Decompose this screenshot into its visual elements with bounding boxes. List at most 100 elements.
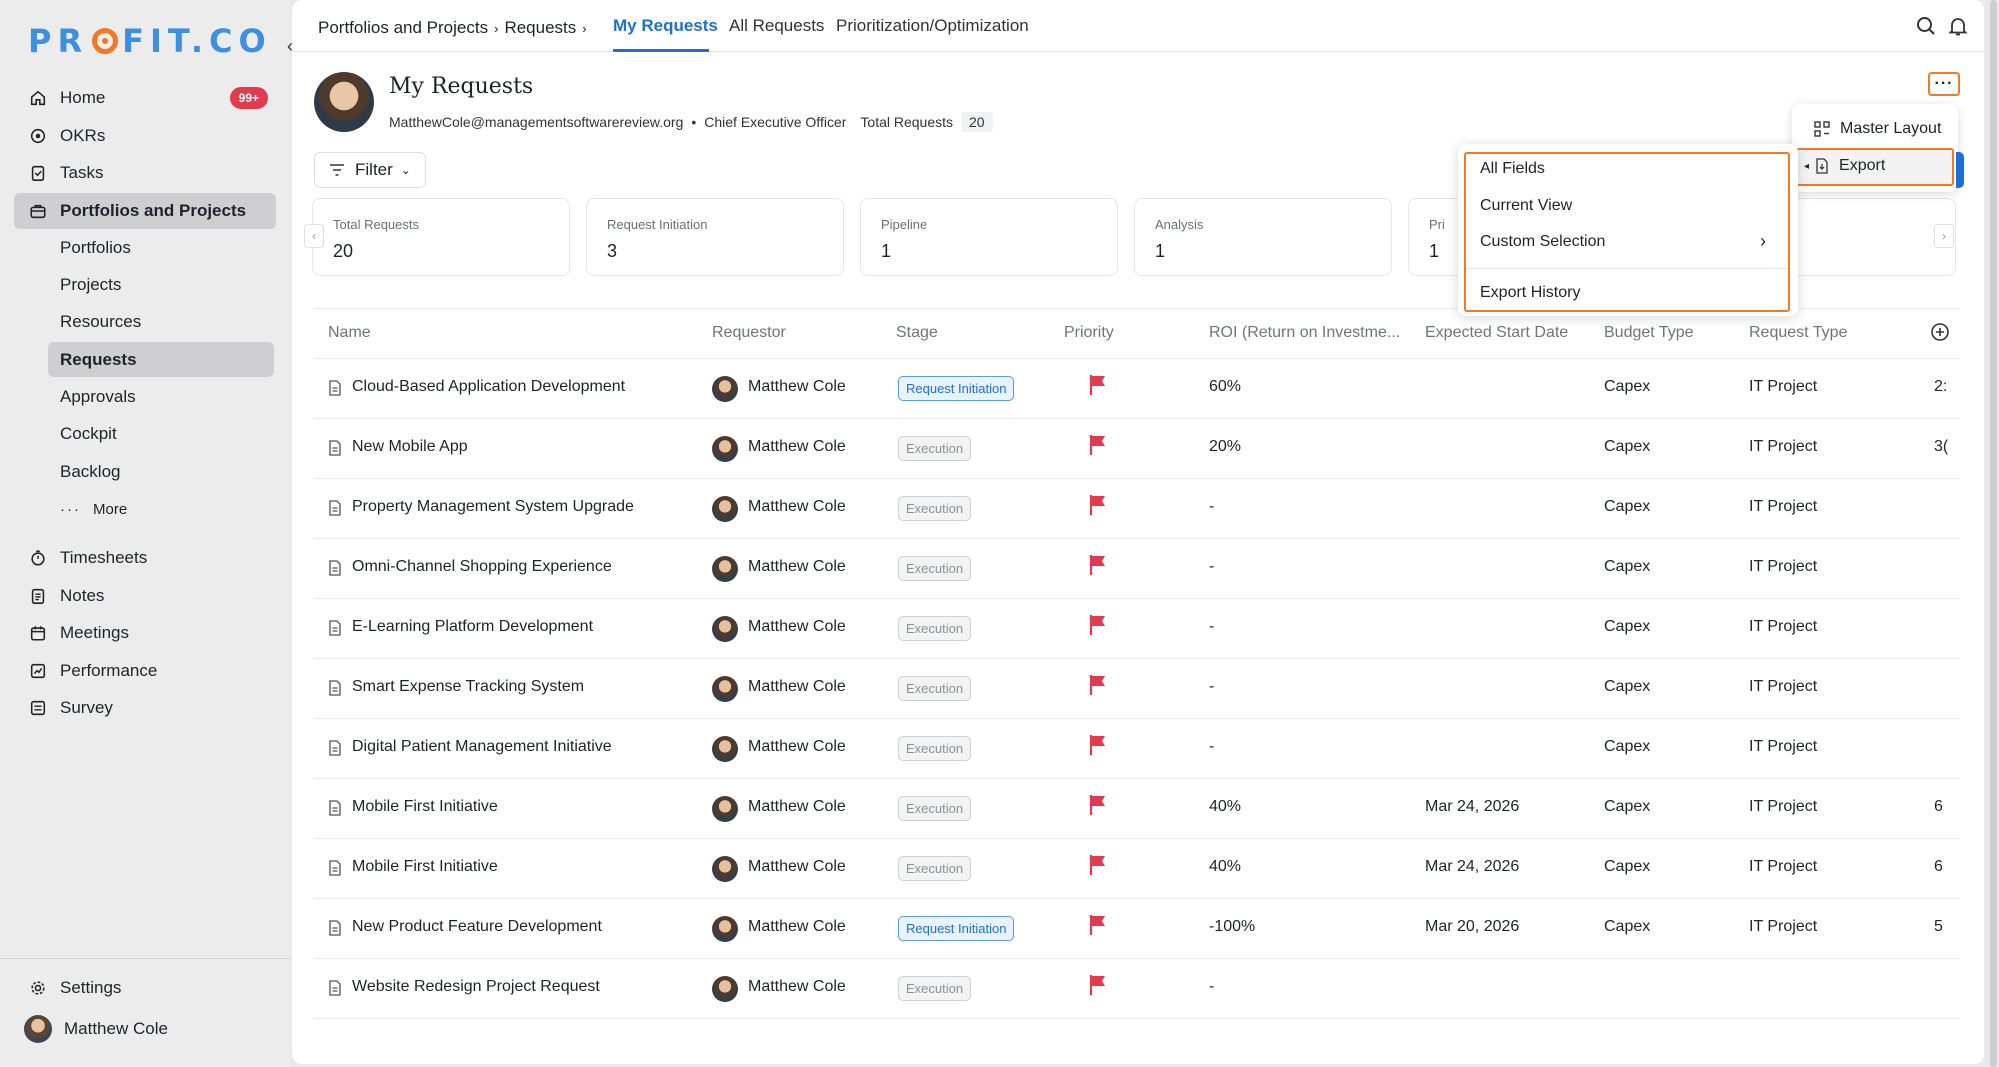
roi-value: 60% [1209,378,1242,395]
request-name-link[interactable]: Cloud-Based Application Development [352,378,625,396]
user-profile[interactable]: Matthew Cole [24,1015,168,1043]
table-row[interactable]: Cloud-Based Application Development Matth… [314,359,1960,419]
tab-my-requests[interactable]: My Requests [613,16,718,36]
sidebar-subitem-projects[interactable]: Projects [48,267,274,302]
column-header-roi[interactable]: ROI (Return on Investme... [1209,324,1400,342]
menu-item-all-fields[interactable]: All Fields [1480,160,1545,178]
table-body: Cloud-Based Application Development Matth… [314,359,1960,1019]
sidebar-item-label: Settings [60,978,122,997]
column-header-requestor[interactable]: Requestor [712,324,786,342]
avatar [712,436,738,462]
request-name-link[interactable]: New Mobile App [352,438,468,456]
sidebar-item-timesheets[interactable]: Timesheets [14,540,276,576]
column-header-priority[interactable]: Priority [1064,324,1114,342]
add-column-icon[interactable] [1930,322,1950,347]
column-header-expected-start-date[interactable]: Expected Start Date [1425,324,1568,342]
profile-avatar [314,72,374,132]
request-name-link[interactable]: Smart Expense Tracking System [352,678,584,696]
summary-card[interactable]: Total Requests 20 [312,198,570,276]
chevron-right-icon[interactable]: › [1934,224,1954,248]
document-icon [328,680,342,701]
breadcrumb-requests[interactable]: Requests [504,18,576,38]
avatar [712,976,738,1002]
sidebar-item-label: Notes [60,585,105,605]
table-row[interactable]: Mobile First Initiative Matthew Cole Execu… [314,779,1960,839]
menu-item-master-layout[interactable]: Master Layout [1814,120,1941,138]
table-row[interactable]: Property Management System Upgrade Matthe… [314,479,1960,539]
chevron-left-icon[interactable]: ‹ [304,224,324,248]
sidebar-subitem-more[interactable]: ··· More [48,492,274,527]
request-name-link[interactable]: Mobile First Initiative [352,798,498,816]
tab-all-requests[interactable]: All Requests [729,16,824,36]
request-name-link[interactable]: Website Redesign Project Request [352,978,600,996]
sidebar-subitem-cockpit[interactable]: Cockpit [48,417,274,452]
expected-start-date: Mar 24, 2026 [1425,798,1520,815]
roi-value: - [1209,678,1215,695]
truncated-column-value: 2: [1934,378,1948,395]
menu-item-custom-selection[interactable]: Custom Selection [1480,233,1605,251]
sidebar-item-okrs[interactable]: OKRs [14,118,276,154]
request-name-link[interactable]: Omni-Channel Shopping Experience [352,558,612,576]
column-header-name[interactable]: Name [328,324,371,342]
sidebar-item-label: Portfolios [60,237,131,257]
table-row[interactable]: Mobile First Initiative Matthew Cole Execu… [314,839,1960,899]
sidebar-item-home[interactable]: Home 99+ [14,80,276,116]
profit-co-logo[interactable]: PR FIT.CO [28,22,272,60]
more-options-button[interactable]: ··· [1928,72,1960,96]
profile-email: MatthewCole@managementsoftwarereview.org [389,114,684,130]
table-row[interactable]: Omni-Channel Shopping Experience Matthew … [314,539,1960,599]
primary-button-edge[interactable] [1956,152,1964,188]
bell-icon[interactable] [1946,14,1970,38]
table-row[interactable]: E-Learning Platform Development Matthew C… [314,599,1960,659]
document-icon [328,980,342,1001]
sidebar-subitem-resources[interactable]: Resources [48,305,274,340]
page-scrollbar[interactable] [1990,0,1997,1067]
request-name-link[interactable]: E-Learning Platform Development [352,618,593,636]
table-row[interactable]: Digital Patient Management Initiative Mat… [314,719,1960,779]
sidebar-item-meetings[interactable]: Meetings [14,615,276,651]
sidebar-subitem-approvals[interactable]: Approvals [48,380,274,415]
menu-item-label: Export [1839,157,1886,174]
request-name-link[interactable]: Property Management System Upgrade [352,498,634,516]
sidebar-subitem-backlog[interactable]: Backlog [48,454,274,489]
expected-start-date: Mar 24, 2026 [1425,858,1520,875]
sidebar-item-survey[interactable]: Survey [14,690,276,726]
search-icon[interactable] [1914,14,1938,38]
filter-lines-icon [330,164,344,176]
tab-prioritization-optimization[interactable]: Prioritization/Optimization [836,16,1029,36]
column-header-budget-type[interactable]: Budget Type [1604,324,1694,342]
sidebar-item-tasks[interactable]: Tasks [14,155,276,191]
summary-card[interactable]: Analysis 1 [1134,198,1392,276]
menu-item-export[interactable]: ◂ Export [1804,157,1885,175]
sidebar-subitem-requests[interactable]: Requests [48,342,274,378]
table-row[interactable]: New Product Feature Development Matthew C… [314,899,1960,959]
sidebar-item-performance[interactable]: Performance [14,653,276,689]
budget-type: Capex [1604,438,1651,455]
column-header-request-type[interactable]: Request Type [1749,324,1847,342]
sidebar-item-settings[interactable]: Settings [14,970,276,1006]
table-row[interactable]: Website Redesign Project Request Matthew … [314,959,1960,1019]
sidebar-item-portfolios-and-projects[interactable]: Portfolios and Projects [14,192,276,229]
breadcrumb-portfolios-and-projects[interactable]: Portfolios and Projects [318,18,488,38]
column-header-stage[interactable]: Stage [896,324,938,342]
filter-button[interactable]: Filter ⌄ [314,152,426,188]
request-name-link[interactable]: Mobile First Initiative [352,858,498,876]
request-name-link[interactable]: Digital Patient Management Initiative [352,738,612,756]
request-type: IT Project [1749,738,1818,755]
summary-card[interactable]: Request Initiation 3 [586,198,844,276]
sidebar-item-label: Survey [60,698,113,717]
summary-card[interactable]: Pipeline 1 [860,198,1118,276]
sidebar-item-label: OKRs [60,125,106,145]
menu-item-current-view[interactable]: Current View [1480,197,1572,215]
table-row[interactable]: Smart Expense Tracking System Matthew Col… [314,659,1960,719]
request-name-link[interactable]: New Product Feature Development [352,918,602,936]
top-bar: Portfolios and Projects › Requests › My … [292,0,1984,52]
stage-badge: Execution [898,856,972,881]
avatar [712,916,738,942]
table-row[interactable]: New Mobile App Matthew Cole Execution 20% Ca… [314,419,1960,479]
sidebar-item-notes[interactable]: Notes [14,578,276,614]
chevron-right-icon: › [494,20,499,36]
sidebar-subitem-portfolios[interactable]: Portfolios [48,230,274,265]
card-label: Request Initiation [607,217,708,232]
menu-item-export-history[interactable]: Export History [1480,284,1580,302]
